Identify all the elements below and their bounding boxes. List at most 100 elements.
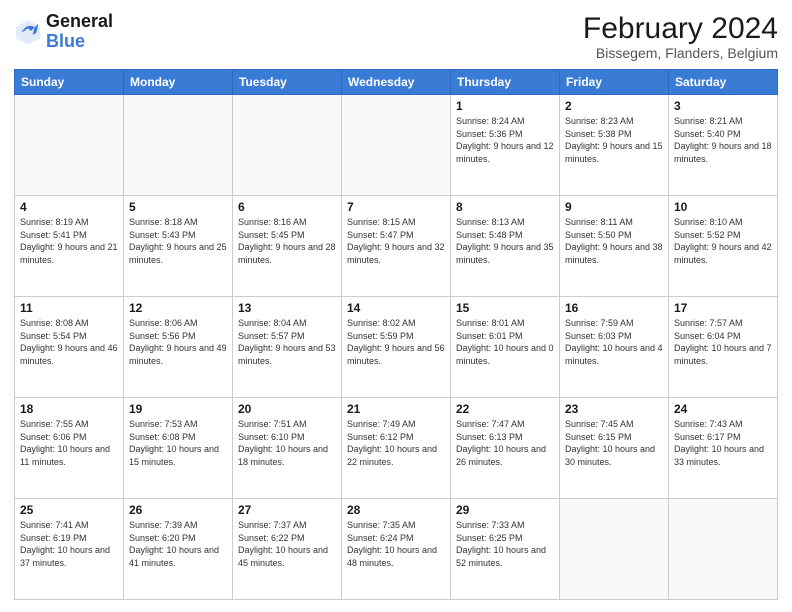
month-title: February 2024 <box>583 12 778 45</box>
day-number: 17 <box>674 301 772 315</box>
calendar-cell: 27Sunrise: 7:37 AM Sunset: 6:22 PM Dayli… <box>233 499 342 600</box>
logo: General Blue <box>14 12 113 52</box>
calendar-cell: 4 Sunrise: 8:19 AM Sunset: 5:41 PM Daylig… <box>15 196 124 297</box>
day-number: 3 <box>674 99 772 113</box>
day-number: 12 <box>129 301 227 315</box>
logo-icon <box>14 18 42 46</box>
day-number: 8 <box>456 200 554 214</box>
calendar-week-3: 11Sunrise: 8:08 AM Sunset: 5:54 PM Dayli… <box>15 297 778 398</box>
day-info: Sunrise: 8:19 AM Sunset: 5:41 PM Dayligh… <box>20 216 118 266</box>
calendar-cell: 8 Sunrise: 8:13 AM Sunset: 5:48 PM Daylig… <box>451 196 560 297</box>
calendar-cell: 26 Sunrise: 7:39 AM Sunset: 6:20 PM Dayli… <box>124 499 233 600</box>
day-info: Sunrise: 8:13 AM Sunset: 5:48 PM Dayligh… <box>456 216 554 266</box>
day-number: 21 <box>347 402 445 416</box>
calendar-cell: 9Sunrise: 8:11 AM Sunset: 5:50 PM Daylig… <box>560 196 669 297</box>
day-number: 15 <box>456 301 554 315</box>
day-info: Sunrise: 7:53 AM Sunset: 6:08 PM Dayligh… <box>129 418 227 468</box>
col-thursday: Thursday <box>451 70 560 95</box>
col-sunday: Sunday <box>15 70 124 95</box>
day-info: Sunrise: 8:10 AM Sunset: 5:52 PM Dayligh… <box>674 216 772 266</box>
day-number: 16 <box>565 301 663 315</box>
day-info: Sunrise: 7:39 AM Sunset: 6:20 PM Dayligh… <box>129 519 227 569</box>
title-section: February 2024 Bissegem, Flanders, Belgiu… <box>583 12 778 61</box>
day-number: 14 <box>347 301 445 315</box>
calendar-cell: 17 Sunrise: 7:57 AM Sunset: 6:04 PM Dayli… <box>669 297 778 398</box>
day-number: 7 <box>347 200 445 214</box>
calendar-cell: 28Sunrise: 7:35 AM Sunset: 6:24 PM Dayli… <box>342 499 451 600</box>
calendar-cell: 25 Sunrise: 7:41 AM Sunset: 6:19 PM Dayli… <box>15 499 124 600</box>
calendar-cell: 7 Sunrise: 8:15 AM Sunset: 5:47 PM Daylig… <box>342 196 451 297</box>
day-info: Sunrise: 8:04 AM Sunset: 5:57 PM Dayligh… <box>238 317 336 367</box>
calendar-cell: 22 Sunrise: 7:47 AM Sunset: 6:13 PM Dayli… <box>451 398 560 499</box>
calendar-cell: 12 Sunrise: 8:06 AM Sunset: 5:56 PM Dayli… <box>124 297 233 398</box>
day-info: Sunrise: 7:49 AM Sunset: 6:12 PM Dayligh… <box>347 418 445 468</box>
calendar-cell: 2Sunrise: 8:23 AM Sunset: 5:38 PM Daylig… <box>560 95 669 196</box>
calendar-header-row: Sunday Monday Tuesday Wednesday Thursday… <box>15 70 778 95</box>
day-info: Sunrise: 8:08 AM Sunset: 5:54 PM Dayligh… <box>20 317 118 367</box>
calendar-cell: 16 Sunrise: 7:59 AM Sunset: 6:03 PM Dayli… <box>560 297 669 398</box>
calendar-cell: 20 Sunrise: 7:51 AM Sunset: 6:10 PM Dayli… <box>233 398 342 499</box>
header: General Blue February 2024 Bissegem, Fla… <box>14 12 778 61</box>
day-number: 13 <box>238 301 336 315</box>
day-info: Sunrise: 7:43 AM Sunset: 6:17 PM Dayligh… <box>674 418 772 468</box>
day-number: 22 <box>456 402 554 416</box>
day-info: Sunrise: 8:18 AM Sunset: 5:43 PM Dayligh… <box>129 216 227 266</box>
calendar-cell <box>669 499 778 600</box>
calendar-week-2: 4 Sunrise: 8:19 AM Sunset: 5:41 PM Daylig… <box>15 196 778 297</box>
day-number: 24 <box>674 402 772 416</box>
calendar-cell <box>15 95 124 196</box>
day-info: Sunrise: 7:41 AM Sunset: 6:19 PM Dayligh… <box>20 519 118 569</box>
calendar-cell: 1Sunrise: 8:24 AM Sunset: 5:36 PM Daylig… <box>451 95 560 196</box>
day-number: 4 <box>20 200 118 214</box>
day-number: 20 <box>238 402 336 416</box>
day-info: Sunrise: 8:15 AM Sunset: 5:47 PM Dayligh… <box>347 216 445 266</box>
col-saturday: Saturday <box>669 70 778 95</box>
day-number: 19 <box>129 402 227 416</box>
calendar-cell: 11Sunrise: 8:08 AM Sunset: 5:54 PM Dayli… <box>15 297 124 398</box>
day-info: Sunrise: 8:21 AM Sunset: 5:40 PM Dayligh… <box>674 115 772 165</box>
day-info: Sunrise: 7:51 AM Sunset: 6:10 PM Dayligh… <box>238 418 336 468</box>
calendar-cell: 14 Sunrise: 8:02 AM Sunset: 5:59 PM Dayli… <box>342 297 451 398</box>
day-info: Sunrise: 7:59 AM Sunset: 6:03 PM Dayligh… <box>565 317 663 367</box>
day-number: 26 <box>129 503 227 517</box>
logo-text: General Blue <box>46 12 113 52</box>
calendar-cell: 13 Sunrise: 8:04 AM Sunset: 5:57 PM Dayli… <box>233 297 342 398</box>
day-number: 6 <box>238 200 336 214</box>
calendar-table: Sunday Monday Tuesday Wednesday Thursday… <box>14 69 778 600</box>
day-info: Sunrise: 7:57 AM Sunset: 6:04 PM Dayligh… <box>674 317 772 367</box>
calendar-cell <box>124 95 233 196</box>
day-info: Sunrise: 7:33 AM Sunset: 6:25 PM Dayligh… <box>456 519 554 569</box>
calendar-cell: 29 Sunrise: 7:33 AM Sunset: 6:25 PM Dayli… <box>451 499 560 600</box>
calendar-cell: 19 Sunrise: 7:53 AM Sunset: 6:08 PM Dayli… <box>124 398 233 499</box>
day-number: 9 <box>565 200 663 214</box>
calendar-week-4: 18Sunrise: 7:55 AM Sunset: 6:06 PM Dayli… <box>15 398 778 499</box>
day-number: 27 <box>238 503 336 517</box>
day-info: Sunrise: 8:16 AM Sunset: 5:45 PM Dayligh… <box>238 216 336 266</box>
day-number: 5 <box>129 200 227 214</box>
day-info: Sunrise: 7:35 AM Sunset: 6:24 PM Dayligh… <box>347 519 445 569</box>
col-monday: Monday <box>124 70 233 95</box>
calendar-cell: 21 Sunrise: 7:49 AM Sunset: 6:12 PM Dayli… <box>342 398 451 499</box>
calendar-cell: 23Sunrise: 7:45 AM Sunset: 6:15 PM Dayli… <box>560 398 669 499</box>
day-info: Sunrise: 7:47 AM Sunset: 6:13 PM Dayligh… <box>456 418 554 468</box>
location: Bissegem, Flanders, Belgium <box>583 45 778 61</box>
col-wednesday: Wednesday <box>342 70 451 95</box>
day-info: Sunrise: 7:45 AM Sunset: 6:15 PM Dayligh… <box>565 418 663 468</box>
calendar-cell <box>233 95 342 196</box>
day-info: Sunrise: 8:02 AM Sunset: 5:59 PM Dayligh… <box>347 317 445 367</box>
day-info: Sunrise: 8:24 AM Sunset: 5:36 PM Dayligh… <box>456 115 554 165</box>
page: General Blue February 2024 Bissegem, Fla… <box>0 0 792 612</box>
day-number: 25 <box>20 503 118 517</box>
day-info: Sunrise: 8:23 AM Sunset: 5:38 PM Dayligh… <box>565 115 663 165</box>
day-number: 29 <box>456 503 554 517</box>
day-info: Sunrise: 8:06 AM Sunset: 5:56 PM Dayligh… <box>129 317 227 367</box>
calendar-cell: 15Sunrise: 8:01 AM Sunset: 6:01 PM Dayli… <box>451 297 560 398</box>
calendar-cell: 6 Sunrise: 8:16 AM Sunset: 5:45 PM Daylig… <box>233 196 342 297</box>
calendar-week-5: 25 Sunrise: 7:41 AM Sunset: 6:19 PM Dayli… <box>15 499 778 600</box>
col-tuesday: Tuesday <box>233 70 342 95</box>
calendar-cell <box>342 95 451 196</box>
calendar-cell: 18Sunrise: 7:55 AM Sunset: 6:06 PM Dayli… <box>15 398 124 499</box>
day-number: 10 <box>674 200 772 214</box>
col-friday: Friday <box>560 70 669 95</box>
logo-blue: Blue <box>46 32 113 52</box>
